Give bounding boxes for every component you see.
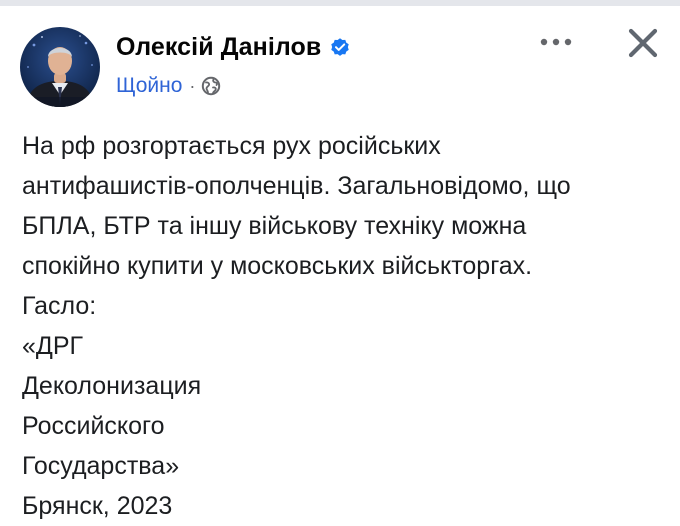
author-avatar[interactable]	[20, 27, 100, 107]
close-icon	[628, 28, 658, 58]
post-text-line: Российского	[22, 412, 165, 440]
post-text-line: антифашистів-ополченців. Загальновідомо,…	[22, 172, 571, 200]
post-text-line: Брянск, 2023	[22, 492, 173, 520]
post-meta: Щойно ·	[116, 72, 221, 100]
author-row: Олексій Данілов	[116, 30, 351, 64]
close-button[interactable]	[622, 22, 664, 64]
facebook-post: Олексій Данілов Щойно · На рф розгортаєт…	[0, 0, 680, 524]
post-text-line: Государства»	[22, 452, 180, 480]
meta-separator: ·	[189, 75, 196, 96]
post-text-line: БПЛА, БТР та іншу військову техніку можн…	[22, 212, 527, 240]
verified-badge-icon	[329, 36, 351, 58]
post-timestamp[interactable]: Щойно	[116, 74, 182, 98]
more-options-icon	[540, 38, 572, 46]
post-text-line: «ДРГ	[22, 332, 84, 360]
post-text-line: Деколонизация	[22, 372, 202, 400]
avatar-photo	[20, 35, 100, 107]
post-text: На рф розгортається рух російських антиф…	[22, 126, 662, 526]
post-text-line: На рф розгортається рух російських	[22, 132, 441, 160]
author-name[interactable]: Олексій Данілов	[116, 33, 321, 62]
more-options-button[interactable]	[536, 28, 576, 56]
post-text-line: спокійно купити у московських військторг…	[22, 252, 533, 280]
globe-icon[interactable]	[201, 76, 221, 96]
post-text-line: Гасло:	[22, 292, 97, 320]
